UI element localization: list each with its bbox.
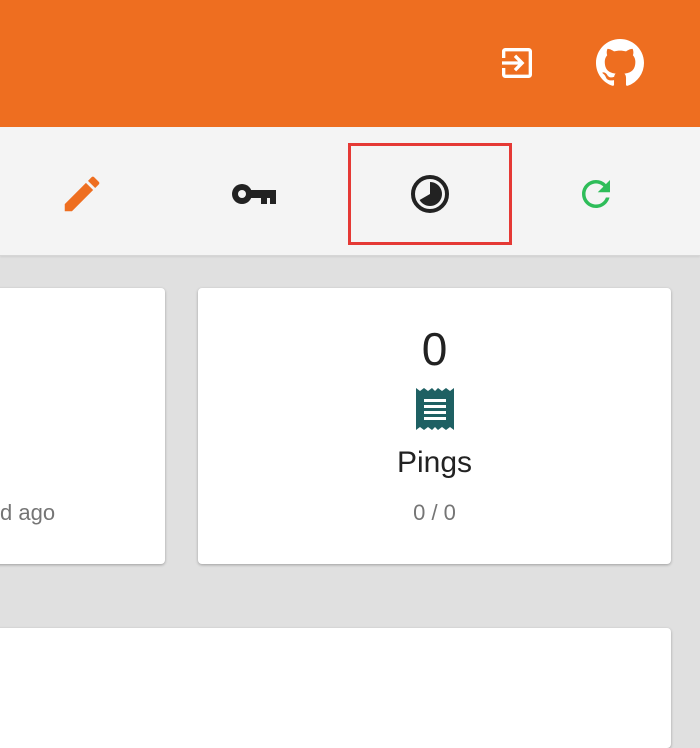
- pie-timer-icon: [411, 175, 449, 213]
- pings-ratio: 0 / 0: [413, 500, 456, 525]
- pings-card: 0 Pings 0 / 0: [198, 288, 671, 564]
- pencil-icon: [64, 176, 100, 212]
- last-seen-text: d ago: [0, 500, 56, 525]
- key-button[interactable]: [174, 143, 338, 245]
- login-button[interactable]: [492, 38, 542, 88]
- pings-count: 0: [421, 323, 448, 375]
- key-icon: [232, 184, 276, 204]
- receipt-icon: [415, 388, 454, 430]
- pings-icon-wrap: [198, 388, 671, 435]
- app-header: [0, 0, 700, 127]
- refresh-icon: [582, 180, 610, 208]
- edit-button[interactable]: [0, 143, 164, 245]
- timer-button[interactable]: [348, 143, 512, 245]
- github-icon: [596, 39, 644, 86]
- pings-label: Pings: [396, 446, 473, 479]
- github-button[interactable]: [595, 38, 645, 88]
- login-icon: [502, 48, 532, 78]
- action-toolbar: [0, 127, 700, 256]
- refresh-button[interactable]: [514, 143, 678, 245]
- bottom-card: [0, 628, 671, 748]
- status-card: d ago: [0, 288, 165, 564]
